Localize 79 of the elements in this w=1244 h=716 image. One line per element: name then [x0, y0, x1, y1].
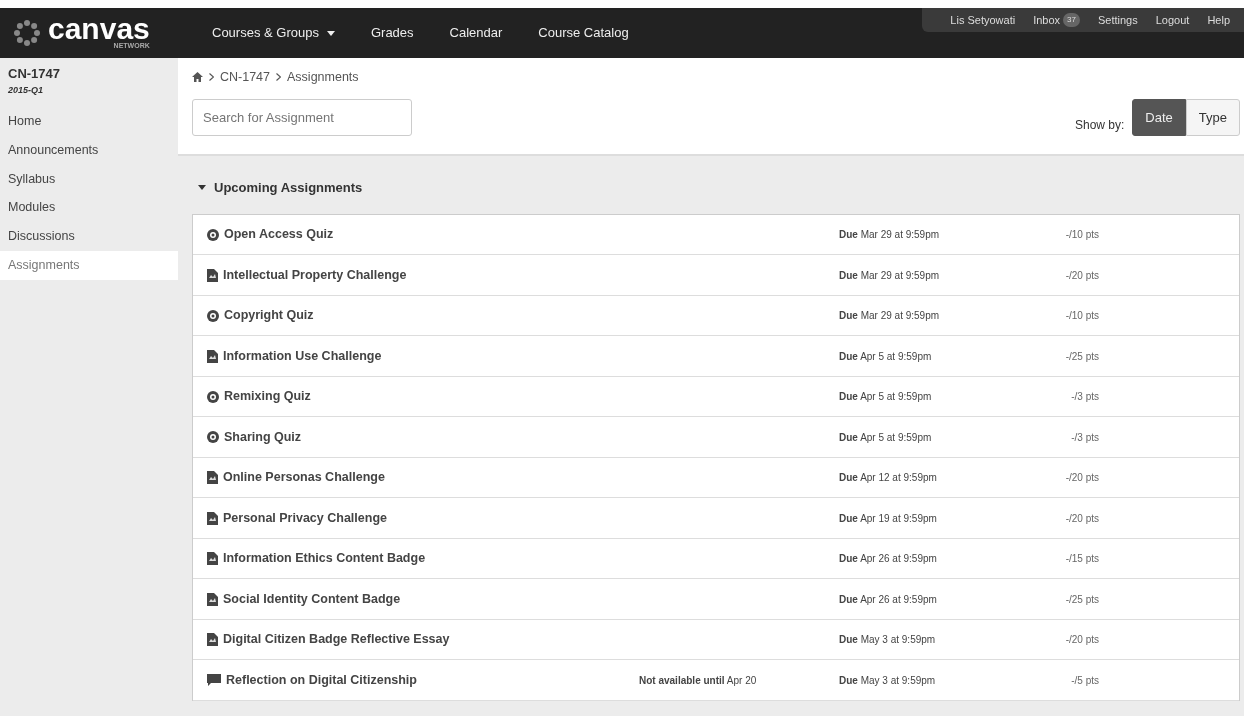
group-header[interactable]: Upcoming Assignments: [192, 156, 1240, 214]
toggle-button[interactable]: Type: [1185, 98, 1240, 137]
document-icon: [207, 471, 218, 484]
points: -/25 pts: [1065, 593, 1099, 605]
assignment-link[interactable]: Reflection on Digital Citizenship: [207, 670, 639, 690]
assignment-link[interactable]: Digital Citizen Badge Reflective Essay: [207, 630, 639, 649]
assignment-link[interactable]: Intellectual Property Challenge: [207, 265, 639, 285]
points: -/3 pts: [1071, 391, 1099, 402]
points: -/5 pts: [1071, 674, 1099, 686]
due-date: Due Apr 5 at 9:59pm: [839, 431, 932, 443]
quiz-icon: [207, 390, 219, 403]
points: -/3 pts: [1071, 431, 1099, 443]
points: -/20 pts: [1065, 472, 1099, 483]
course-code: CN-1747: [7, 65, 62, 83]
chevron-icon: [209, 73, 214, 82]
logo-text: canvas: [48, 16, 150, 42]
points: -/10 pts: [1065, 229, 1099, 240]
nav-link[interactable]: Calendar: [431, 23, 521, 43]
nav-link[interactable]: Courses & Groups: [194, 23, 353, 43]
due-date: Due Apr 19 at 9:59pm: [839, 512, 937, 524]
points: -/20 pts: [1065, 269, 1099, 281]
user-menu-link[interactable]: Lis Setyowati: [950, 11, 1016, 29]
points: -/25 pts: [1065, 350, 1099, 362]
search-field[interactable]: Search for Assignment: [192, 99, 412, 137]
assignment-link[interactable]: Sharing Quiz: [207, 427, 639, 447]
points: -/10 pts: [1065, 310, 1099, 321]
document-icon: [207, 552, 218, 565]
assignment-link[interactable]: Information Use Challenge: [207, 346, 639, 366]
due-date: Due Mar 29 at 9:59pm: [839, 310, 940, 321]
toggle-button[interactable]: Date: [1132, 98, 1186, 137]
points: -/20 pts: [1065, 512, 1099, 524]
points: -/20 pts: [1065, 634, 1099, 645]
due-date: Due Apr 12 at 9:59pm: [839, 472, 937, 483]
availability-text: Not available until Apr 20: [639, 674, 757, 686]
quiz-icon: [207, 309, 219, 322]
quiz-icon: [207, 228, 219, 241]
course-term: 2015-Q1: [7, 83, 45, 97]
document-icon: [207, 511, 218, 525]
due-date: Due Apr 5 at 9:59pm: [839, 391, 932, 402]
show-by-label: Show by:: [1075, 117, 1125, 135]
due-date: Due Mar 29 at 9:59pm: [839, 229, 940, 240]
points: -/15 pts: [1065, 553, 1099, 564]
home-icon: [192, 72, 203, 83]
nav-link[interactable]: Grades: [352, 23, 432, 43]
sidebar-item[interactable]: Discussions: [0, 222, 178, 251]
document-icon: [207, 592, 218, 606]
count-badge: 37: [1063, 13, 1080, 27]
sidebar-item[interactable]: Announcements: [0, 135, 178, 165]
user-menu-link[interactable]: Help: [1207, 11, 1230, 29]
sidebar-item[interactable]: Home: [0, 107, 178, 136]
sidebar-item[interactable]: Assignments: [0, 250, 178, 280]
user-menu-link[interactable]: Inbox 37: [1033, 11, 1080, 29]
user-menu-link[interactable]: Logout: [1155, 11, 1190, 29]
assignment-link[interactable]: Social Identity Content Badge: [207, 589, 639, 609]
due-date: Due Apr 5 at 9:59pm: [839, 350, 932, 362]
assignment-link[interactable]: Open Access Quiz: [207, 225, 639, 244]
assignment-link[interactable]: Copyright Quiz: [207, 306, 639, 325]
assignment-link[interactable]: Information Ethics Content Badge: [207, 549, 639, 568]
speech-bubble-icon: [207, 674, 221, 686]
due-date: Due May 3 at 9:59pm: [839, 634, 936, 645]
document-icon: [207, 633, 218, 646]
nav-link[interactable]: Course Catalog: [520, 23, 647, 43]
quiz-icon: [207, 431, 219, 443]
due-date: Due Mar 29 at 9:59pm: [839, 269, 940, 281]
due-date: Due Apr 26 at 9:59pm: [839, 593, 937, 605]
document-icon: [207, 268, 218, 282]
breadcrumb-link[interactable]: Assignments: [287, 68, 359, 87]
document-icon: [207, 349, 218, 363]
due-date: Due Apr 26 at 9:59pm: [839, 553, 937, 564]
due-date: Due May 3 at 9:59pm: [839, 674, 936, 686]
user-menu-link[interactable]: Settings: [1097, 11, 1138, 29]
breadcrumb-link[interactable]: CN-1747: [220, 68, 271, 87]
sidebar-item[interactable]: Modules: [0, 193, 178, 222]
logo-icon: [12, 18, 42, 48]
sidebar-item[interactable]: Syllabus: [0, 164, 178, 194]
assignment-link[interactable]: Remixing Quiz: [207, 387, 639, 406]
chevron-icon: [276, 73, 282, 82]
assignment-link[interactable]: Personal Privacy Challenge: [207, 508, 639, 528]
assignment-link[interactable]: Online Personas Challenge: [207, 468, 639, 487]
